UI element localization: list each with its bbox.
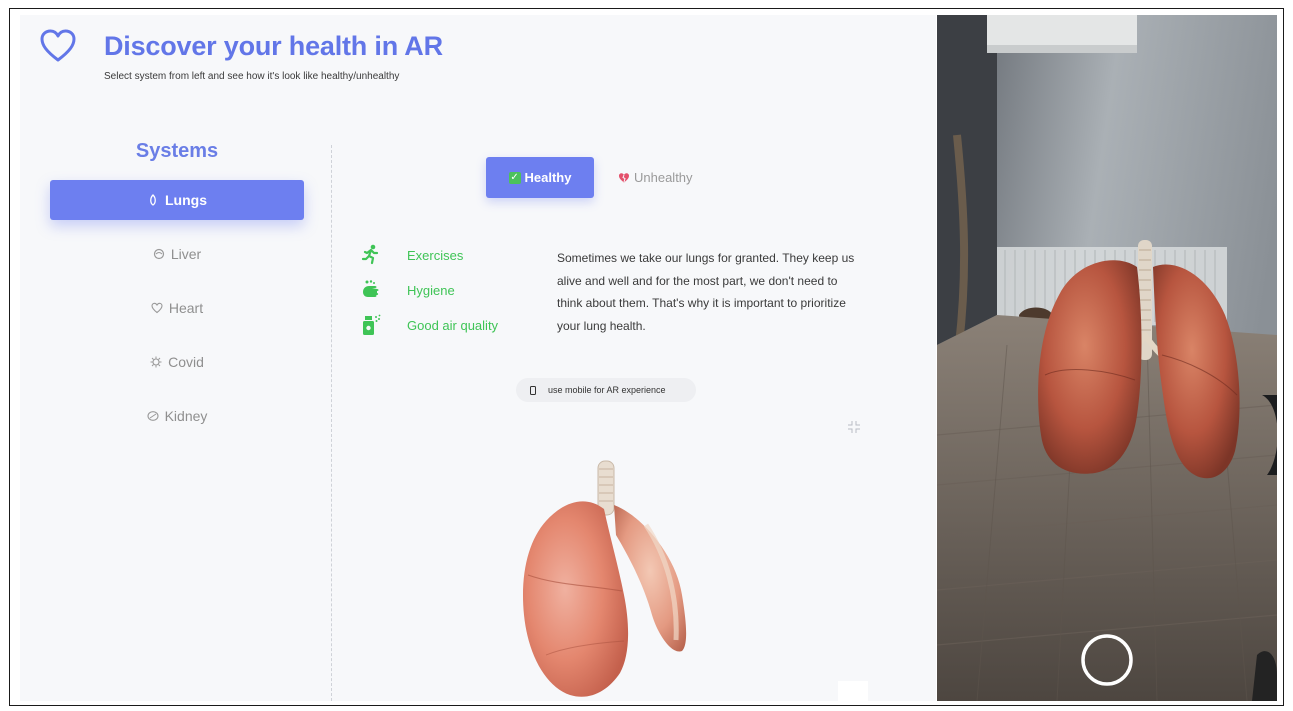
tab-unhealthy[interactable]: Unhealthy <box>618 157 718 198</box>
lung-3d-model[interactable] <box>506 455 706 701</box>
screenshot-frame: Discover your health in AR Select system… <box>9 8 1284 706</box>
systems-heading: Systems <box>135 140 219 162</box>
ar-mobile-hint[interactable]: use mobile for AR experience <box>516 378 696 402</box>
sidebar-item-kidney[interactable]: Kidney <box>50 396 304 436</box>
ar-room-scene <box>937 15 1277 701</box>
checkmark-icon: ✓ <box>508 171 521 184</box>
sidebar-item-lungs[interactable]: Lungs <box>50 180 304 220</box>
broken-heart-icon <box>619 172 629 182</box>
sidebar-item-label: Lungs <box>165 192 207 208</box>
tip-label: Exercises <box>407 247 464 263</box>
washing-hands-icon <box>363 280 379 297</box>
capture-button[interactable] <box>1083 636 1131 684</box>
fullscreen-icon[interactable] <box>847 420 861 434</box>
tab-healthy[interactable]: ✓ Healthy <box>486 157 594 198</box>
air-freshener-icon <box>363 314 381 335</box>
tip-exercises: Exercises <box>360 244 463 266</box>
page-title: Discover your health in AR <box>104 31 443 61</box>
ar-camera-view <box>937 15 1277 701</box>
lungs-icon <box>150 194 156 206</box>
tip-air-quality: Good air quality <box>360 314 498 336</box>
tip-label: Hygiene <box>407 282 455 298</box>
sidebar-item-label: Heart <box>168 300 204 316</box>
lung-description: Sometimes we take our lungs for granted.… <box>557 251 855 333</box>
sidebar-item-label: Liver <box>170 246 202 262</box>
tip-hygiene: Hygiene <box>360 279 455 301</box>
page-subtitle: Select system from left and see how it's… <box>104 71 400 82</box>
web-app: Discover your health in AR Select system… <box>20 15 936 705</box>
sidebar-item-covid[interactable]: Covid <box>50 342 304 382</box>
placeholder-box <box>838 681 868 705</box>
sidebar-item-label: Kidney <box>164 408 208 424</box>
kidney-icon <box>147 411 159 421</box>
phone-icon <box>530 385 536 395</box>
column-divider <box>331 145 333 701</box>
liver-icon <box>153 248 164 260</box>
tip-label: Good air quality <box>407 317 499 333</box>
running-icon <box>361 244 379 265</box>
tab-healthy-label: Healthy <box>524 170 572 185</box>
sidebar-item-heart[interactable]: Heart <box>50 288 304 328</box>
sidebar-item-label: Covid <box>168 354 204 370</box>
tab-unhealthy-label: Unhealthy <box>634 170 693 185</box>
virus-icon <box>150 356 162 368</box>
ar-hint-label: use mobile for AR experience <box>548 385 666 395</box>
heart-outline-icon <box>40 29 76 62</box>
sidebar-item-liver[interactable]: Liver <box>50 234 304 274</box>
heart-icon <box>151 302 163 314</box>
